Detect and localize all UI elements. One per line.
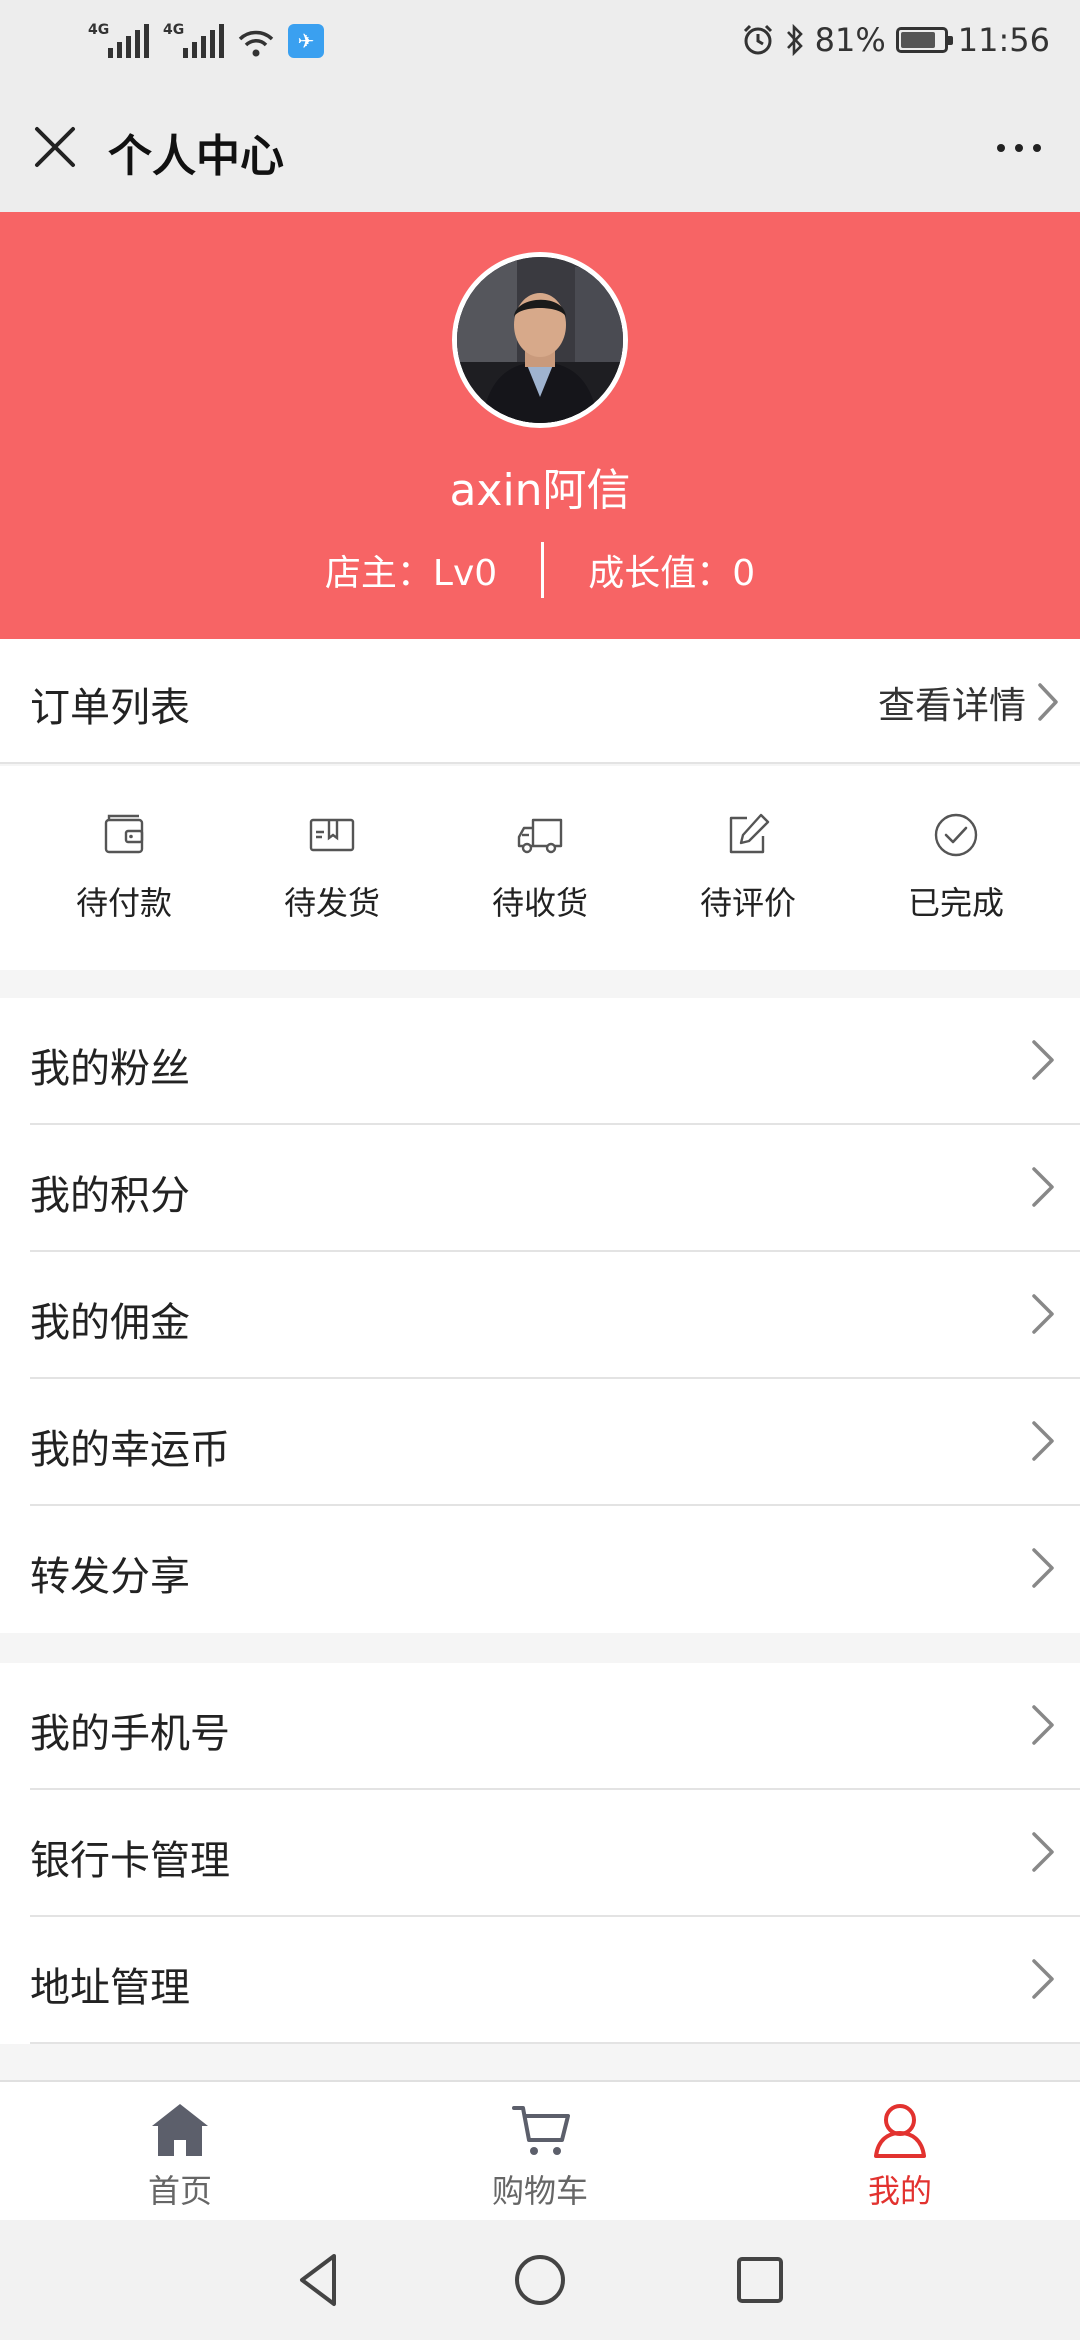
check-circle-icon [934, 813, 978, 857]
chevron-right-icon [1032, 1959, 1054, 1999]
menu-item-my-commission[interactable]: 我的佣金 [30, 1252, 1080, 1379]
chevron-right-icon [1032, 1832, 1054, 1872]
tab-label: 我的 [867, 2172, 932, 2210]
tab-mine[interactable]: 我的 [720, 2082, 1080, 2220]
cart-icon [512, 2106, 570, 2155]
order-status-label: 待付款 [75, 884, 172, 922]
menu-item-lucky-coins[interactable]: 我的幸运币 [30, 1379, 1080, 1506]
battery-fill [900, 32, 935, 48]
tab-home[interactable]: 首页 [0, 2082, 360, 2220]
shop-level: 店主：Lv0 [324, 553, 498, 594]
package-icon [309, 818, 355, 852]
avatar[interactable] [452, 252, 628, 428]
status-right: 81% 11:56 [741, 18, 1050, 62]
user-icon [874, 2104, 926, 2158]
order-status-label: 已完成 [907, 884, 1004, 922]
status-bar: 4G 4G ✈ 81% 11:56 [0, 0, 1080, 82]
system-nav-bar [0, 2220, 1080, 2340]
menu-item-my-points[interactable]: 我的积分 [30, 1125, 1080, 1252]
chevron-right-icon [1038, 683, 1058, 721]
order-status-label: 待收货 [491, 884, 588, 922]
close-button[interactable] [22, 114, 88, 180]
page-title: 个人中心 [108, 131, 284, 182]
signal-icon: 4G [163, 22, 224, 58]
menu-item-my-fans[interactable]: 我的粉丝 [30, 998, 1080, 1125]
menu-item-label: 我的积分 [30, 1173, 190, 1219]
edit-icon [729, 813, 770, 854]
menu-item-label: 我的手机号 [30, 1711, 230, 1757]
more-dot-icon [1015, 144, 1023, 152]
network-type-2: 4G [163, 22, 185, 38]
order-status-label: 待发货 [283, 884, 380, 922]
wallet-icon [104, 814, 144, 854]
more-options-button[interactable] [984, 118, 1054, 178]
status-left: 4G 4G ✈ [88, 18, 324, 58]
home-icon [152, 2104, 208, 2156]
chevron-right-icon [1032, 1294, 1054, 1334]
order-status-pending-payment[interactable]: 待付款 [34, 766, 214, 970]
view-details-link[interactable]: 查看详情 [878, 675, 1060, 729]
menu-item-phone-number[interactable]: 我的手机号 [30, 1663, 1080, 1790]
back-icon[interactable] [290, 2250, 350, 2310]
menu-item-addresses[interactable]: 地址管理 [30, 1917, 1080, 2044]
order-status-label: 待评价 [699, 884, 796, 922]
menu-item-bank-cards[interactable]: 银行卡管理 [30, 1790, 1080, 1917]
view-details-label: 查看详情 [878, 684, 1026, 727]
menu-item-label: 转发分享 [30, 1554, 190, 1600]
home-circle-icon[interactable] [510, 2250, 570, 2310]
close-icon [35, 127, 75, 167]
tab-label: 首页 [147, 2172, 212, 2210]
recents-icon[interactable] [730, 2250, 790, 2310]
menu-item-label: 银行卡管理 [30, 1838, 230, 1884]
order-status-pending-shipment[interactable]: 待发货 [242, 766, 422, 970]
menu-group-1: 我的粉丝 我的积分 我的佣金 我的幸运币 转发分享 [0, 998, 1080, 1633]
chevron-right-icon [1032, 1040, 1054, 1080]
stats-divider [541, 542, 545, 598]
alarm-icon [743, 24, 772, 55]
menu-item-label: 我的佣金 [30, 1300, 190, 1346]
clock: 11:56 [957, 21, 1050, 59]
bluetooth-icon [786, 23, 803, 57]
tab-cart[interactable]: 购物车 [360, 2082, 720, 2220]
order-status-pending-receipt[interactable]: 待收货 [450, 766, 630, 970]
more-dot-icon [997, 144, 1005, 152]
order-list-title: 订单列表 [30, 685, 190, 731]
order-list-header[interactable]: 订单列表 查看详情 [0, 639, 1080, 764]
order-status-completed[interactable]: 已完成 [866, 766, 1046, 970]
avatar-photo [457, 257, 623, 423]
app-notification-icon: ✈ [288, 24, 324, 58]
menu-group-2: 我的手机号 银行卡管理 地址管理 [0, 1663, 1080, 2044]
bottom-tab-bar: 首页 购物车 我的 [0, 2080, 1080, 2220]
signal-icon: 4G [88, 22, 149, 58]
order-status-pending-review[interactable]: 待评价 [658, 766, 838, 970]
profile-header: axin阿信 店主：Lv0 成长值：0 [0, 212, 1080, 639]
tab-label: 购物车 [491, 2172, 588, 2210]
username: axin阿信 [449, 465, 631, 516]
chevron-right-icon [1032, 1548, 1054, 1588]
chevron-right-icon [1032, 1421, 1054, 1461]
network-type-1: 4G [88, 22, 110, 38]
wifi-icon [238, 30, 274, 57]
chevron-right-icon [1032, 1705, 1054, 1745]
menu-item-label: 我的幸运币 [30, 1427, 230, 1473]
menu-item-share[interactable]: 转发分享 [30, 1506, 1080, 1633]
title-bar: 个人中心 [0, 82, 1080, 212]
order-status-row: 待付款 待发货 待收货 待评价 已完成 [0, 766, 1080, 970]
battery-icon [895, 27, 953, 53]
growth-value: 成长值：0 [588, 553, 756, 594]
menu-item-label: 地址管理 [30, 1965, 190, 2011]
truck-icon [517, 818, 563, 854]
more-dot-icon [1033, 144, 1041, 152]
battery-percent: 81% [814, 21, 886, 59]
user-stats: 店主：Lv0 成长值：0 [0, 542, 1080, 598]
chevron-right-icon [1032, 1167, 1054, 1207]
menu-item-label: 我的粉丝 [30, 1046, 190, 1092]
